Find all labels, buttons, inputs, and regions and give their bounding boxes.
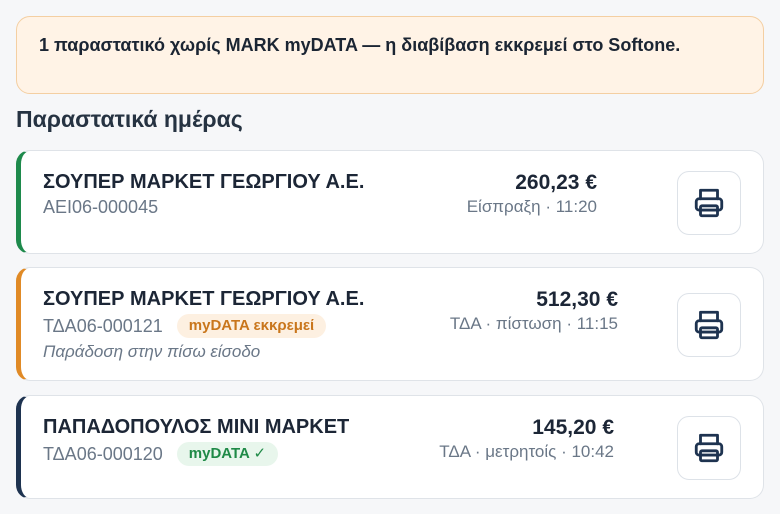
mydata-warning-banner: 1 παραστατικό χωρίς MARK myDATA — η διαβ…: [16, 16, 764, 94]
document-code-row: ΑΕΙ06-000045: [43, 197, 158, 218]
printer-icon: [694, 310, 724, 340]
document-code-row: ΤΔΑ06-000121 myDATA εκκρεμεί: [43, 314, 327, 338]
document-meta: Είσπραξη · 11:20: [466, 197, 597, 216]
document-code: ΤΔΑ06-000120: [43, 443, 163, 464]
document-card[interactable]: ΣΟΥΠΕΡ ΜΑΡΚΕΤ ΓΕΩΡΓΙΟΥ Α.Ε. ΑΕΙ06-000045…: [16, 150, 764, 254]
document-meta: ΤΔΑ · μετρητοίς · 10:42: [439, 442, 614, 461]
document-card[interactable]: ΣΟΥΠΕΡ ΜΑΡΚΕΤ ΓΕΩΡΓΙΟΥ Α.Ε. ΤΔΑ06-000121…: [16, 267, 764, 381]
banner-text: 1 παραστατικό χωρίς MARK myDATA — η διαβ…: [39, 35, 681, 55]
customer-name: ΣΟΥΠΕΡ ΜΑΡΚΕΤ ΓΕΩΡΓΙΟΥ Α.Ε.: [43, 171, 365, 193]
customer-name: ΣΟΥΠΕΡ ΜΑΡΚΕΤ ΓΕΩΡΓΙΟΥ Α.Ε.: [43, 288, 365, 310]
document-code: ΤΔΑ06-000121: [43, 315, 163, 336]
document-meta: ΤΔΑ · πίστωση · 11:15: [449, 314, 618, 333]
mydata-ok-badge: myDATA ✓: [176, 442, 279, 466]
printer-icon: [694, 433, 724, 463]
print-button[interactable]: [677, 416, 741, 480]
customer-name: ΠΑΠΑΔΟΠΟΥΛΟΣ ΜΙΝΙ ΜΑΡΚΕΤ: [43, 416, 350, 438]
document-amount: 260,23 €: [515, 171, 597, 194]
document-amount: 145,20 €: [532, 416, 614, 439]
delivery-note: Παράδοση στην πίσω είσοδο: [43, 342, 261, 361]
document-code: ΑΕΙ06-000045: [43, 197, 159, 217]
printer-icon: [694, 188, 724, 218]
print-button[interactable]: [677, 171, 741, 235]
document-card[interactable]: ΠΑΠΑΔΟΠΟΥΛΟΣ ΜΙΝΙ ΜΑΡΚΕΤ ΤΔΑ06-000120 my…: [16, 395, 764, 499]
mydata-pending-badge: myDATA εκκρεμεί: [176, 314, 327, 338]
document-code-row: ΤΔΑ06-000120 myDATA ✓: [43, 442, 279, 466]
section-title: Παραστατικά ημέρας: [16, 106, 243, 132]
print-button[interactable]: [677, 293, 741, 357]
document-amount: 512,30 €: [536, 288, 618, 311]
